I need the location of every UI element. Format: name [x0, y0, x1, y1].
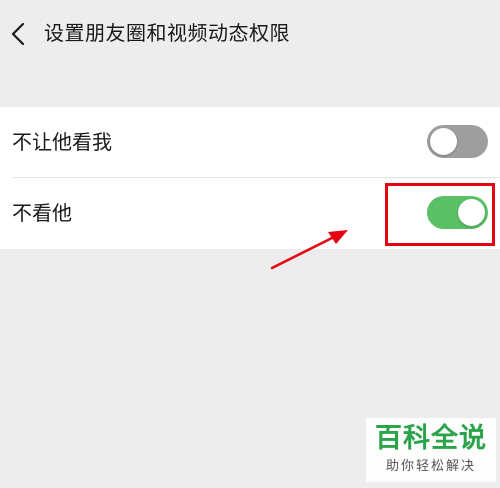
setting-row-hide-moments-from-him[interactable]: 不让他看我 — [0, 107, 500, 178]
chevron-left-icon[interactable] — [9, 21, 29, 47]
nav-header: 设置朋友圈和视频动态权限 — [0, 0, 500, 66]
watermark-logo: 百科全说 助你轻松解决 — [366, 418, 496, 482]
watermark-subtitle: 助你轻松解决 — [385, 459, 476, 474]
toggle-knob — [430, 128, 457, 155]
watermark-title: 百科全说 — [375, 423, 487, 454]
annotation-highlight-box — [385, 183, 495, 246]
setting-label: 不让他看我 — [12, 130, 112, 154]
page-title: 设置朋友圈和视频动态权限 — [44, 21, 290, 45]
hide-from-him-toggle[interactable] — [427, 125, 488, 158]
setting-label: 不看他 — [12, 201, 72, 225]
annotation-arrow-icon — [270, 230, 348, 270]
